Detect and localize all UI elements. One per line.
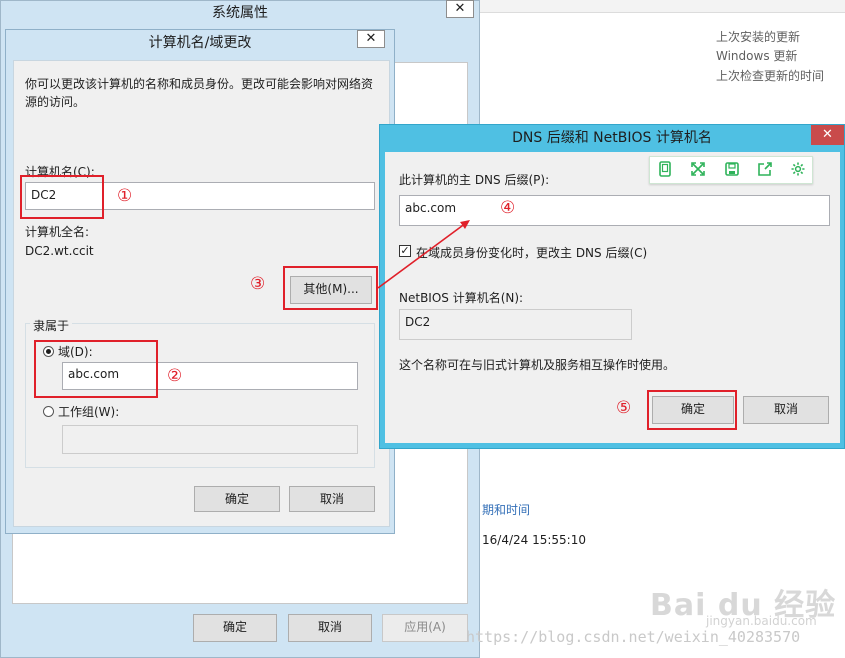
annotation-arrow <box>377 220 470 289</box>
baidu-url-watermark: jingyan.baidu.com <box>706 614 817 628</box>
csdn-url-watermark: https://blog.csdn.net/weixin_40283570 <box>466 628 801 646</box>
